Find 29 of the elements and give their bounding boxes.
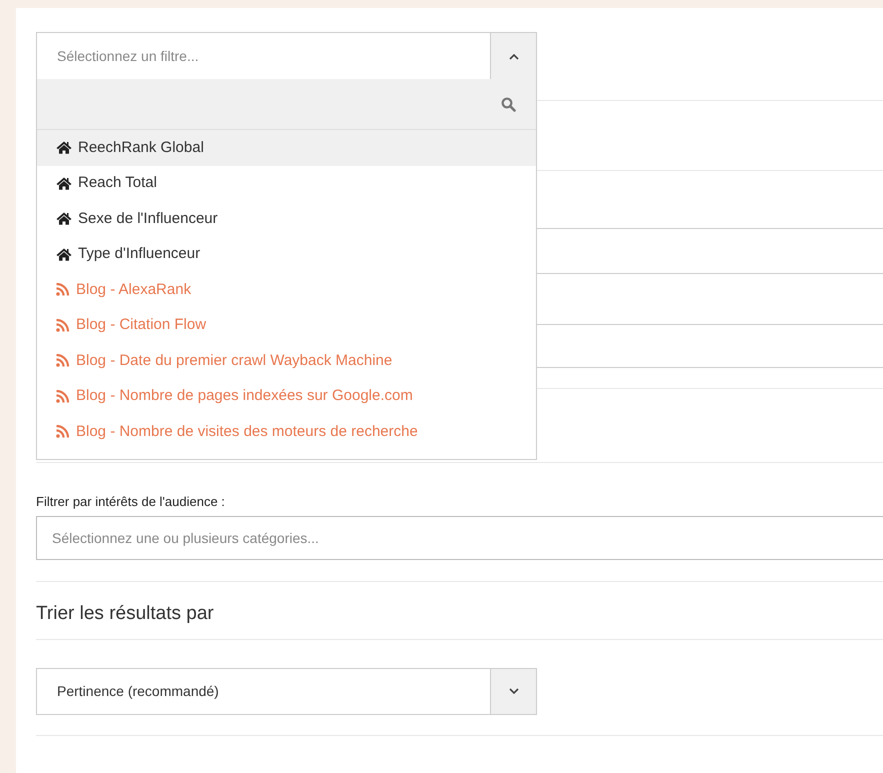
menu-item[interactable]: Blog - Nombre de visites des moteurs de recherche <box>37 414 536 450</box>
field-label: Filtrer par intérêts de l'audience : <box>36 493 226 511</box>
home-icon <box>56 212 72 226</box>
rss-icon <box>56 354 70 368</box>
chevron-icon <box>508 52 518 60</box>
rss-icon <box>56 425 70 438</box>
menu-item[interactable]: Blog - Citation Flow <box>37 308 536 343</box>
menu-item[interactable]: Blog - Nombre de pages indexées sur Google.com <box>37 378 536 414</box>
sort-select[interactable]: Pertinence (recommandé) <box>36 668 537 716</box>
category-field[interactable]: Sélectionnez une ou plusieurs catégories... <box>36 516 883 560</box>
filter-select[interactable]: Sélectionnez un filtre... <box>36 32 537 80</box>
menu-item[interactable]: ReechRank Global <box>37 130 536 166</box>
menu-item[interactable]: Blog - AlexaRank <box>37 272 536 308</box>
menu-item[interactable]: Type d'Influenceur <box>37 236 536 272</box>
search-field[interactable] <box>37 79 536 130</box>
section-heading: Trier les résultats par <box>36 602 215 626</box>
menu-item[interactable]: Reach Total <box>37 166 536 201</box>
home-icon <box>56 141 72 154</box>
rss-icon <box>56 390 70 403</box>
menu-item[interactable]: Sexe de l'Influenceur <box>37 201 536 236</box>
chevron-icon <box>508 688 518 696</box>
rss-icon <box>56 283 70 296</box>
home-icon <box>56 248 72 261</box>
menu-item[interactable]: Blog - Date du premier crawl Wayback Machine <box>37 343 536 378</box>
toggle-button[interactable] <box>490 669 536 714</box>
search-icon <box>501 96 516 112</box>
toggle-button[interactable] <box>490 33 536 79</box>
home-icon <box>56 176 72 190</box>
rss-icon <box>56 318 70 332</box>
